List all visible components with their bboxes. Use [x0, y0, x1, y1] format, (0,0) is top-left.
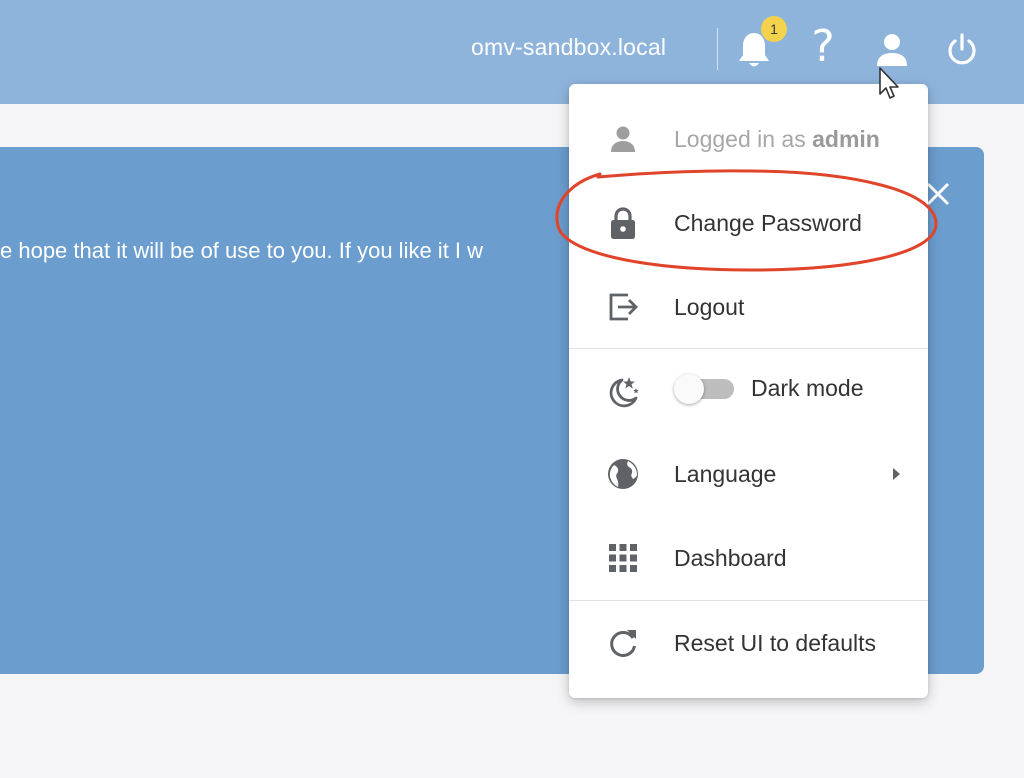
user-icon[interactable] [874, 32, 910, 68]
hostname-label: omv-sandbox.local [471, 34, 667, 60]
reset-ui-label: Reset UI to defaults [674, 629, 876, 656]
moon-stars-icon [605, 374, 641, 410]
close-icon[interactable] [924, 178, 952, 210]
globe-icon [605, 456, 641, 492]
logout-label: Logout [674, 293, 745, 320]
logged-in-label: Logged in as admin [674, 126, 880, 153]
menu-item-dark-mode[interactable]: Dark mode [569, 346, 928, 430]
menu-item-logout[interactable]: Logout [569, 265, 928, 349]
toolbar-divider [717, 28, 718, 70]
logged-in-username: admin [812, 125, 880, 152]
language-label: Language [674, 460, 777, 487]
menu-item-change-password[interactable]: Change Password [569, 181, 928, 265]
dashboard-label: Dashboard [674, 544, 787, 571]
dark-mode-toggle[interactable] [674, 373, 736, 404]
dark-mode-label: Dark mode [751, 374, 864, 401]
notification-badge: 1 [761, 16, 787, 42]
refresh-icon [605, 625, 641, 661]
welcome-message: e hope that it will be of use to you. If… [0, 238, 484, 263]
change-password-label: Change Password [674, 209, 862, 236]
logout-icon [605, 289, 641, 325]
menu-item-language[interactable]: Language [569, 432, 928, 516]
account-icon [605, 121, 641, 157]
grid-icon [605, 540, 641, 576]
help-icon[interactable]: ? [808, 24, 838, 70]
menu-item-reset-ui[interactable]: Reset UI to defaults [569, 601, 928, 685]
logged-in-info: Logged in as admin [569, 97, 928, 181]
power-icon[interactable] [945, 32, 979, 66]
lock-icon [605, 205, 641, 241]
menu-item-dashboard[interactable]: Dashboard [569, 516, 928, 600]
toggle-thumb [674, 374, 704, 404]
chevron-right-icon [893, 468, 900, 480]
logged-in-prefix: Logged in as [674, 125, 813, 152]
user-menu: Logged in as admin Change Password Logou… [569, 84, 928, 698]
mouse-cursor-icon [879, 67, 899, 99]
